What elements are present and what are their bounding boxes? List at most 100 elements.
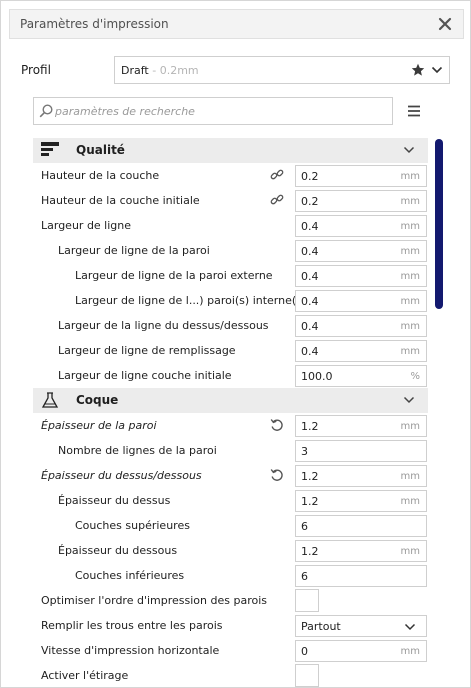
setting-label: Couches inférieures: [75, 569, 185, 582]
layer-height-input[interactable]: 0.2 mm: [295, 165, 427, 187]
field-value: 0.4: [301, 270, 319, 283]
field-value: 0.4: [301, 345, 319, 358]
setting-horizontal-expansion: Vitesse d'impression horizontale 0 mm: [33, 638, 428, 663]
field-unit: mm: [400, 496, 420, 507]
setting-label: Activer l'étirage: [41, 669, 129, 682]
setting-line-width: Largeur de ligne 0.4 mm: [33, 213, 428, 238]
reset-icon[interactable]: [270, 468, 284, 482]
field-value: 0.2: [301, 195, 319, 208]
field-unit: mm: [400, 171, 420, 182]
window-title: Paramètres d'impression: [20, 17, 169, 31]
setting-top-bottom-line-width: Largeur de la ligne du dessus/dessous 0.…: [33, 313, 428, 338]
setting-label: Remplir les trous entre les parois: [41, 619, 223, 632]
dropdown-value: Partout: [301, 620, 341, 633]
setting-label: Largeur de la ligne du dessus/dessous: [58, 319, 269, 332]
setting-layer-height: Hauteur de la couche 0.2 mm: [33, 163, 428, 188]
setting-label: Largeur de ligne couche initiale: [58, 369, 232, 382]
field-unit: mm: [400, 321, 420, 332]
infill-line-width-input[interactable]: 0.4 mm: [295, 340, 427, 362]
search-input[interactable]: paramètres de recherche: [33, 97, 393, 125]
field-unit: mm: [400, 346, 420, 357]
profile-name: Draft - 0.2mm: [121, 64, 199, 77]
close-icon: [438, 17, 452, 31]
setting-wall-thickness: Épaisseur de la paroi 1.2 mm: [33, 413, 428, 438]
setting-enable-ironing: Activer l'étirage: [33, 663, 428, 688]
field-unit: mm: [400, 196, 420, 207]
field-value: 100.0: [301, 370, 333, 383]
field-unit: mm: [400, 221, 420, 232]
fill-gaps-dropdown[interactable]: Partout: [295, 615, 427, 637]
top-thickness-input[interactable]: 1.2 mm: [295, 490, 427, 512]
field-value: 0.2: [301, 170, 319, 183]
profile-select[interactable]: Draft - 0.2mm: [114, 56, 450, 84]
setting-label: Largeur de ligne de la paroi: [58, 244, 210, 257]
field-unit: mm: [400, 421, 420, 432]
setting-initial-layer-height: Hauteur de la couche initiale 0.2 mm: [33, 188, 428, 213]
outer-wall-line-width-input[interactable]: 0.4 mm: [295, 265, 427, 287]
chevron-down-icon[interactable]: [431, 65, 443, 75]
top-bottom-thickness-input[interactable]: 1.2 mm: [295, 465, 427, 487]
setting-label: Épaisseur du dessous: [58, 544, 178, 557]
setting-label: Vitesse d'impression horizontale: [41, 644, 220, 657]
profile-label: Profil: [21, 63, 51, 77]
category-shell[interactable]: Coque: [33, 388, 428, 413]
setting-label: Épaisseur de la paroi: [41, 419, 157, 432]
reset-icon[interactable]: [270, 418, 284, 432]
link-icon[interactable]: [270, 193, 284, 207]
close-button[interactable]: [435, 14, 455, 34]
setting-infill-line-width: Largeur de ligne de remplissage 0.4 mm: [33, 338, 428, 363]
category-title: Coque: [76, 393, 119, 407]
chevron-down-icon: [403, 396, 415, 404]
setting-top-thickness: Épaisseur du dessus 1.2 mm: [33, 488, 428, 513]
field-value: 6: [301, 520, 308, 533]
field-unit: mm: [400, 296, 420, 307]
setting-fill-gaps: Remplir les trous entre les parois Parto…: [33, 613, 428, 638]
star-icon[interactable]: [411, 63, 425, 77]
setting-outer-wall-line-width: Largeur de ligne de la paroi externe 0.4…: [33, 263, 428, 288]
optimize-wall-order-checkbox[interactable]: [295, 589, 319, 612]
chevron-down-icon: [403, 146, 415, 154]
setting-label: Largeur de ligne de l...) paroi(s) inter…: [75, 294, 307, 307]
setting-label: Épaisseur du dessus: [58, 494, 171, 507]
field-value: 1.2: [301, 495, 319, 508]
bottom-layers-input[interactable]: 6: [295, 565, 427, 587]
print-settings-window: Paramètres d'impression Profil Draft - 0…: [0, 0, 471, 688]
top-bottom-line-width-input[interactable]: 0.4 mm: [295, 315, 427, 337]
search-placeholder: paramètres de recherche: [55, 105, 195, 118]
top-layers-input[interactable]: 6: [295, 515, 427, 537]
setting-top-bottom-thickness: Épaisseur du dessus/dessous 1.2 mm: [33, 463, 428, 488]
bottom-thickness-input[interactable]: 1.2 mm: [295, 540, 427, 562]
inner-wall-line-width-input[interactable]: 0.4 mm: [295, 290, 427, 312]
wall-line-count-input[interactable]: 3: [295, 440, 427, 462]
line-width-input[interactable]: 0.4 mm: [295, 215, 427, 237]
setting-label: Hauteur de la couche: [41, 169, 160, 182]
search-icon: [39, 104, 53, 118]
setting-label: Hauteur de la couche initiale: [41, 194, 200, 207]
wall-line-width-input[interactable]: 0.4 mm: [295, 240, 427, 262]
horizontal-expansion-input[interactable]: 0 mm: [295, 640, 427, 662]
setting-label: Nombre de lignes de la paroi: [58, 444, 217, 457]
scrollbar[interactable]: [435, 139, 443, 309]
field-value: 1.2: [301, 470, 319, 483]
field-value: 0.4: [301, 245, 319, 258]
setting-label: Optimiser l'ordre d'impression des paroi…: [41, 594, 267, 607]
setting-label: Couches supérieures: [75, 519, 190, 532]
settings-menu-button[interactable]: [406, 103, 422, 119]
setting-label: Largeur de ligne de la paroi externe: [75, 269, 273, 282]
link-icon[interactable]: [270, 168, 284, 182]
wall-thickness-input[interactable]: 1.2 mm: [295, 415, 427, 437]
enable-ironing-checkbox[interactable]: [295, 664, 319, 687]
initial-layer-height-input[interactable]: 0.2 mm: [295, 190, 427, 212]
setting-bottom-layers: Couches inférieures 6: [33, 563, 428, 588]
setting-label: Largeur de ligne: [41, 219, 132, 232]
initial-layer-line-width-input[interactable]: 100.0 %: [295, 365, 427, 387]
title-bar: Paramètres d'impression: [9, 9, 464, 39]
menu-icon: [408, 105, 420, 117]
setting-initial-layer-line-width: Largeur de ligne couche initiale 100.0 %: [33, 363, 428, 388]
category-quality[interactable]: Qualité: [33, 138, 428, 163]
quality-icon: [41, 142, 59, 156]
setting-label: Épaisseur du dessus/dessous: [41, 469, 202, 482]
setting-label: Largeur de ligne de remplissage: [58, 344, 236, 357]
setting-optimize-wall-order: Optimiser l'ordre d'impression des paroi…: [33, 588, 428, 613]
field-unit: mm: [400, 471, 420, 482]
